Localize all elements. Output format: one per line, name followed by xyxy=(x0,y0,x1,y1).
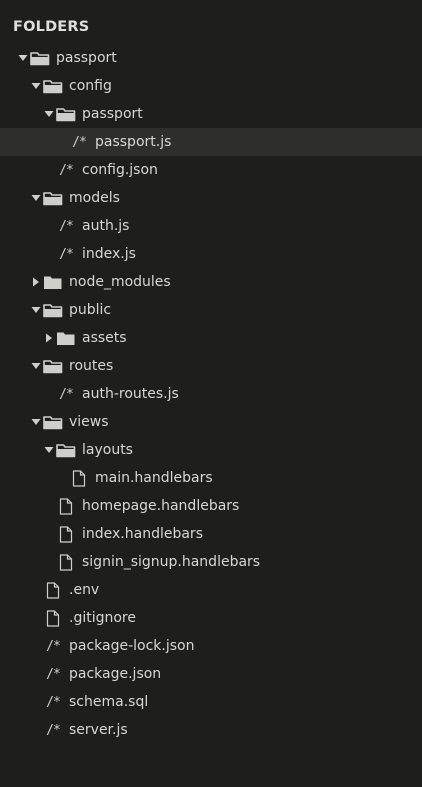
chevron-down-icon[interactable] xyxy=(16,51,29,65)
code-file-icon: /* xyxy=(46,638,61,654)
file-tree: passport config passport /* passport.js /* con… xyxy=(0,44,422,744)
tree-file[interactable]: .env xyxy=(0,576,422,604)
folder-closed-icon xyxy=(43,273,63,291)
code-file-icon: /* xyxy=(59,218,74,234)
tree-file[interactable]: /* package-lock.json xyxy=(0,632,422,660)
chevron-down-icon[interactable] xyxy=(29,191,42,205)
tree-item-label: index.handlebars xyxy=(82,526,203,542)
tree-file[interactable]: index.handlebars xyxy=(0,520,422,548)
tree-item-label: models xyxy=(69,190,120,206)
sidebar: FOLDERS passport config passport /* passport… xyxy=(0,0,422,787)
chevron-down-icon[interactable] xyxy=(29,79,42,93)
tree-file[interactable]: homepage.handlebars xyxy=(0,492,422,520)
code-file-icon: /* xyxy=(46,722,61,738)
tree-item-label: config xyxy=(69,78,112,94)
tree-folder[interactable]: config xyxy=(0,72,422,100)
tree-item-label: assets xyxy=(82,330,127,346)
folder-open-icon xyxy=(56,441,76,459)
tree-folder[interactable]: assets xyxy=(0,324,422,352)
file-icon xyxy=(56,553,76,571)
tree-folder[interactable]: node_modules xyxy=(0,268,422,296)
tree-file[interactable]: main.handlebars xyxy=(0,464,422,492)
chevron-down-icon[interactable] xyxy=(29,359,42,373)
file-icon xyxy=(43,609,63,627)
tree-item-label: schema.sql xyxy=(69,694,149,710)
tree-item-label: main.handlebars xyxy=(95,470,213,486)
code-file-icon: /* xyxy=(72,134,87,150)
tree-item-label: layouts xyxy=(82,442,133,458)
chevron-down-icon[interactable] xyxy=(29,415,42,429)
tree-item-label: auth-routes.js xyxy=(82,386,179,402)
folder-open-icon xyxy=(56,105,76,123)
tree-folder[interactable]: passport xyxy=(0,44,422,72)
tree-file[interactable]: /* schema.sql xyxy=(0,688,422,716)
tree-item-label: passport xyxy=(82,106,143,122)
file-icon xyxy=(56,525,76,543)
file-icon xyxy=(43,581,63,599)
tree-folder[interactable]: public xyxy=(0,296,422,324)
tree-file[interactable]: /* auth-routes.js xyxy=(0,380,422,408)
tree-item-label: passport.js xyxy=(95,134,172,150)
code-file-icon: /* xyxy=(46,666,61,682)
tree-file[interactable]: /* package.json xyxy=(0,660,422,688)
tree-item-label: views xyxy=(69,414,109,430)
folder-open-icon xyxy=(43,413,63,431)
tree-item-label: passport xyxy=(56,50,117,66)
tree-folder[interactable]: views xyxy=(0,408,422,436)
chevron-down-icon[interactable] xyxy=(42,107,55,121)
folder-closed-icon xyxy=(56,329,76,347)
chevron-right-icon[interactable] xyxy=(29,275,42,289)
folder-open-icon xyxy=(43,357,63,375)
tree-item-label: homepage.handlebars xyxy=(82,498,240,514)
tree-folder[interactable]: layouts xyxy=(0,436,422,464)
chevron-down-icon[interactable] xyxy=(29,303,42,317)
tree-folder[interactable]: models xyxy=(0,184,422,212)
tree-item-label: package.json xyxy=(69,666,162,682)
tree-item-label: package-lock.json xyxy=(69,638,195,654)
tree-item-label: public xyxy=(69,302,112,318)
code-file-icon: /* xyxy=(59,246,74,262)
tree-file[interactable]: signin_signup.handlebars xyxy=(0,548,422,576)
tree-file[interactable]: /* server.js xyxy=(0,716,422,744)
tree-file[interactable]: .gitignore xyxy=(0,604,422,632)
folder-open-icon xyxy=(43,77,63,95)
tree-item-label: config.json xyxy=(82,162,158,178)
file-icon xyxy=(56,497,76,515)
tree-item-label: index.js xyxy=(82,246,136,262)
tree-item-label: .env xyxy=(69,582,100,598)
tree-file[interactable]: /* passport.js xyxy=(0,128,422,156)
folder-open-icon xyxy=(43,189,63,207)
chevron-right-icon[interactable] xyxy=(42,331,55,345)
tree-item-label: .gitignore xyxy=(69,610,136,626)
tree-item-label: signin_signup.handlebars xyxy=(82,554,261,570)
folder-open-icon xyxy=(30,49,50,67)
folder-open-icon xyxy=(43,301,63,319)
tree-file[interactable]: /* index.js xyxy=(0,240,422,268)
chevron-down-icon[interactable] xyxy=(42,443,55,457)
file-icon xyxy=(69,469,89,487)
code-file-icon: /* xyxy=(59,386,74,402)
tree-item-label: server.js xyxy=(69,722,128,738)
tree-file[interactable]: /* auth.js xyxy=(0,212,422,240)
code-file-icon: /* xyxy=(46,694,61,710)
tree-item-label: routes xyxy=(69,358,114,374)
tree-item-label: node_modules xyxy=(69,274,171,290)
tree-item-label: auth.js xyxy=(82,218,130,234)
folders-header: FOLDERS xyxy=(13,19,90,35)
tree-file[interactable]: /* config.json xyxy=(0,156,422,184)
tree-folder[interactable]: passport xyxy=(0,100,422,128)
code-file-icon: /* xyxy=(59,162,74,178)
tree-folder[interactable]: routes xyxy=(0,352,422,380)
